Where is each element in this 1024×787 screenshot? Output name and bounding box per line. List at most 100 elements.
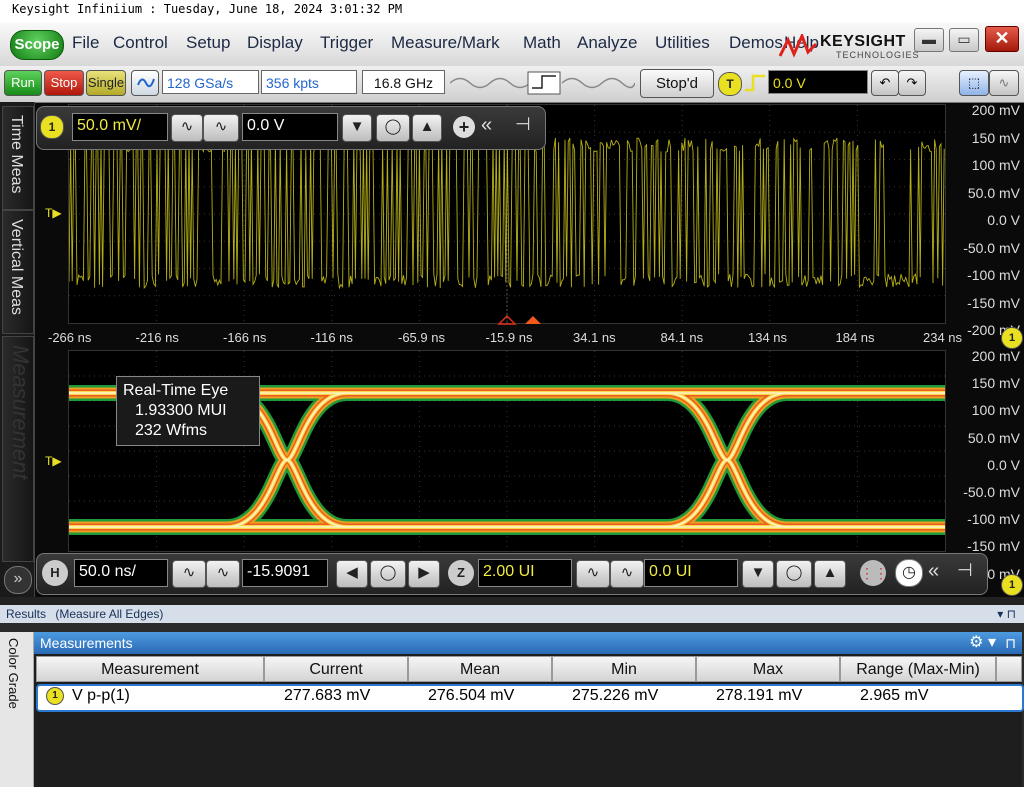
- menu-utilities[interactable]: Utilities: [655, 32, 710, 54]
- menu-control[interactable]: Control: [113, 32, 168, 54]
- menu-math[interactable]: Math: [523, 32, 561, 54]
- col-measurement[interactable]: Measurement: [36, 656, 264, 682]
- menu-analyze[interactable]: Analyze: [577, 32, 637, 54]
- channel1-badge-right-upper[interactable]: 1: [1001, 327, 1023, 349]
- y-tick-label: 50.0 mV: [967, 429, 1020, 446]
- row-range: 2.965 mV: [860, 687, 929, 704]
- wave-compress-icon: ∿: [182, 564, 196, 581]
- collapse-horizontal-icon[interactable]: «: [928, 560, 939, 583]
- menu-measure-mark[interactable]: Measure/Mark: [391, 32, 500, 54]
- channel1-offset-field[interactable]: 0.0 V: [242, 113, 338, 141]
- keysight-logo: KEYSIGHT: [820, 33, 906, 50]
- minimize-button[interactable]: ▬: [914, 28, 944, 52]
- expand-sidebar-button[interactable]: »: [4, 566, 32, 594]
- settings-gear-icon[interactable]: ⚙ ▾: [969, 632, 996, 654]
- acquisition-mode-icon[interactable]: ⋮⋮: [860, 560, 888, 586]
- zoom-box-button[interactable]: ⬚: [959, 70, 989, 96]
- x-tick-label: -65.9 ns: [398, 330, 445, 345]
- ui-scale-down-button[interactable]: ∿: [576, 560, 610, 588]
- results-tab[interactable]: Results: [0, 607, 46, 621]
- col-max[interactable]: Max: [696, 656, 840, 682]
- pin-icon[interactable]: ▾ ⊓: [997, 605, 1016, 623]
- menu-trigger[interactable]: Trigger: [320, 32, 373, 54]
- add-channel-icon[interactable]: +: [453, 116, 475, 138]
- color-grade-label: Color Grade: [6, 638, 21, 709]
- splitter[interactable]: [0, 597, 1024, 605]
- keysight-logo-sub: TECHNOLOGIES: [836, 50, 920, 60]
- y-tick-label: 0.0 V: [987, 212, 1020, 228]
- acquisition-status[interactable]: Stop'd: [640, 69, 714, 98]
- measure-tool-button[interactable]: ∿: [989, 70, 1019, 96]
- tab-vertical-meas[interactable]: Vertical Meas: [2, 210, 34, 334]
- col-mean[interactable]: Mean: [408, 656, 552, 682]
- offset-down-button[interactable]: ▼: [342, 114, 372, 142]
- trigger-level-field[interactable]: 0.0 V: [768, 70, 868, 94]
- rising-edge-icon[interactable]: [743, 72, 767, 94]
- ui-scale-field[interactable]: 2.00 UI: [478, 559, 572, 587]
- undo-button[interactable]: ↶: [871, 70, 899, 96]
- table-row[interactable]: 1 V p-p(1) 277.683 mV 276.504 mV 275.226…: [36, 684, 1024, 712]
- h-position-left-button[interactable]: ◀: [336, 560, 368, 588]
- channel1-badge-right-lower[interactable]: 1: [1001, 574, 1023, 596]
- autoscale-icon: [137, 78, 155, 88]
- collapse-panel-icon[interactable]: «: [481, 114, 492, 137]
- clock-icon[interactable]: ◷: [895, 559, 923, 587]
- ui-scale-up-button[interactable]: ∿: [610, 560, 644, 588]
- autoscale-button[interactable]: [131, 70, 159, 96]
- row-measurement-name: V p-p(1): [72, 687, 130, 704]
- memory-depth-field[interactable]: 356 kpts: [261, 70, 357, 94]
- col-range[interactable]: Range (Max-Min): [840, 656, 996, 682]
- channel1-scale-up-button[interactable]: ∿: [203, 114, 239, 142]
- menu-demos[interactable]: Demos: [729, 32, 783, 54]
- h-position-zero-button[interactable]: ◯: [370, 560, 406, 588]
- h-position-right-button[interactable]: ▶: [408, 560, 440, 588]
- bandwidth-field[interactable]: 16.8 GHz: [362, 70, 445, 94]
- trigger-source-badge[interactable]: T: [718, 72, 742, 96]
- measure-tool-icon: ∿: [998, 75, 1010, 90]
- offset-zero-button[interactable]: ◯: [376, 114, 410, 142]
- zero-icon: ◯: [785, 564, 803, 581]
- zero-icon: ◯: [384, 118, 402, 135]
- menu-setup[interactable]: Setup: [186, 32, 230, 54]
- col-min[interactable]: Min: [552, 656, 696, 682]
- results-subtitle: (Measure All Edges): [55, 607, 164, 621]
- measurements-title-text: Measurements: [40, 635, 133, 651]
- channel1-scale-field[interactable]: 50.0 mV/: [72, 113, 168, 141]
- x-tick-label: 84.1 ns: [660, 330, 704, 345]
- offset-up-button[interactable]: ▲: [412, 114, 442, 142]
- horizontal-badge[interactable]: H: [42, 560, 68, 586]
- menu-display[interactable]: Display: [247, 32, 303, 54]
- run-button[interactable]: Run: [4, 70, 42, 96]
- ui-offset-up-button[interactable]: ▲: [814, 560, 846, 588]
- ui-offset-down-button[interactable]: ▼: [742, 560, 774, 588]
- single-button[interactable]: Single: [86, 70, 126, 96]
- tab-time-meas[interactable]: Time Meas: [2, 106, 34, 210]
- tab-measurement[interactable]: Measurement: [2, 336, 34, 562]
- horizontal-scale-field[interactable]: 50.0 ns/: [74, 559, 168, 587]
- x-tick-label: 184 ns: [835, 330, 875, 345]
- sample-rate-field[interactable]: 128 GSa/s: [162, 70, 259, 94]
- dock-horizontal-icon[interactable]: ⊣: [957, 560, 973, 581]
- stop-button[interactable]: Stop: [44, 70, 84, 96]
- chevron-right-icon: ▶: [418, 564, 430, 581]
- color-grade-tab[interactable]: Color Grade: [0, 632, 34, 787]
- maximize-button[interactable]: ▭: [949, 28, 979, 52]
- zoom-badge[interactable]: Z: [448, 560, 474, 586]
- h-scale-up-button[interactable]: ∿: [206, 560, 240, 588]
- h-scale-down-button[interactable]: ∿: [172, 560, 206, 588]
- channel1-scale-down-button[interactable]: ∿: [171, 114, 203, 142]
- pin-icon[interactable]: ⊓: [1005, 632, 1016, 654]
- channel1-badge[interactable]: 1: [40, 115, 64, 139]
- scope-button[interactable]: Scope: [10, 30, 64, 60]
- ui-offset-zero-button[interactable]: ◯: [776, 560, 812, 588]
- menu-file[interactable]: File: [72, 32, 99, 54]
- redo-button[interactable]: ↷: [898, 70, 926, 96]
- close-button[interactable]: ✕: [985, 26, 1019, 52]
- x-tick-label: -15.9 ns: [485, 330, 533, 345]
- x-tick-label: 234 ns: [923, 330, 963, 345]
- dock-panel-icon[interactable]: ⊣: [515, 114, 531, 135]
- trigger-waveform-icon: [450, 71, 635, 95]
- col-current[interactable]: Current: [264, 656, 408, 682]
- horizontal-position-field[interactable]: -15.9091: [242, 559, 328, 587]
- ui-offset-field[interactable]: 0.0 UI: [644, 559, 738, 587]
